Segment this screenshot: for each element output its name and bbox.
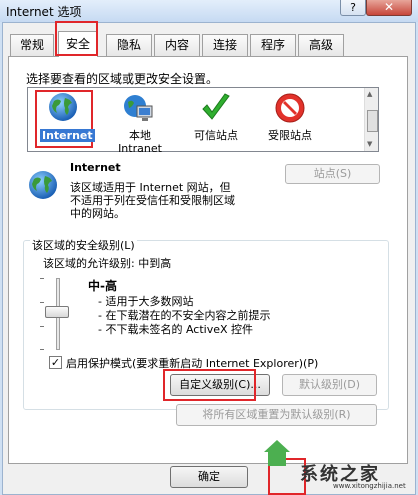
allowed-level-label: 该区域的允许级别: 中到高: [43, 257, 172, 270]
watermark-url: www.xitongzhijia.net: [333, 482, 406, 490]
tab-content[interactable]: 内容: [154, 34, 200, 56]
tab-advanced[interactable]: 高级: [298, 34, 344, 56]
tab-general[interactable]: 常规: [10, 34, 54, 56]
zone-trusted[interactable]: 可信站点: [188, 92, 244, 144]
checkmark-icon: [202, 93, 230, 120]
watermark-logo-icon: [264, 440, 290, 466]
reset-all-zones-button[interactable]: 将所有区域重置为默认级别(R): [176, 404, 377, 426]
globe-icon: [29, 171, 57, 199]
protected-mode-checkbox[interactable]: ✓: [49, 356, 62, 369]
tab-security[interactable]: 安全: [58, 31, 98, 57]
zone-label: 可信站点: [194, 129, 238, 142]
level-bullet: - 不下载未签名的 ActiveX 控件: [98, 323, 254, 336]
security-level-label: 该区域的安全级别(L): [30, 237, 137, 253]
level-bullet: - 适用于大多数网站: [98, 295, 194, 308]
zone-label: 本地 Intranet: [118, 129, 162, 155]
close-button[interactable]: ✕: [366, 0, 412, 16]
default-level-button[interactable]: 默认级别(D): [282, 374, 377, 396]
zone-detail-description: 该区域适用于 Internet 网站，但 不适用于列在受信任和受限制区域 中的网…: [70, 181, 235, 220]
zones-prompt: 选择要查看的区域或更改安全设置。: [26, 72, 219, 86]
intranet-icon: [124, 95, 153, 121]
tab-connections[interactable]: 连接: [202, 34, 248, 56]
window-title: Internet 选项: [6, 5, 82, 19]
level-name: 中-高: [88, 279, 117, 293]
ok-button[interactable]: 确定: [170, 466, 248, 488]
level-bullet: - 在下载潜在的不安全内容之前提示: [98, 309, 271, 322]
tab-programs[interactable]: 程序: [250, 34, 296, 56]
protected-mode-label: 启用保护模式(要求重新启动 Internet Explorer)(P): [66, 357, 319, 370]
tab-privacy[interactable]: 隐私: [106, 34, 152, 56]
no-entry-icon: [275, 93, 305, 123]
zone-label: Internet: [40, 129, 95, 142]
zone-restricted[interactable]: 受限站点: [262, 92, 318, 144]
sites-button[interactable]: 站点(S): [285, 164, 380, 184]
security-level-slider[interactable]: [45, 306, 69, 318]
help-button[interactable]: ?: [340, 0, 366, 16]
zone-intranet[interactable]: 本地 Intranet: [110, 92, 170, 155]
globe-icon: [49, 93, 77, 121]
zones-scrollbar[interactable]: ▲ ▼: [364, 88, 378, 151]
zone-detail-title: Internet: [70, 161, 121, 174]
zone-internet[interactable]: Internet: [40, 92, 95, 144]
zone-label: 受限站点: [268, 129, 312, 142]
custom-level-button[interactable]: 自定义级别(C)...: [170, 374, 270, 396]
